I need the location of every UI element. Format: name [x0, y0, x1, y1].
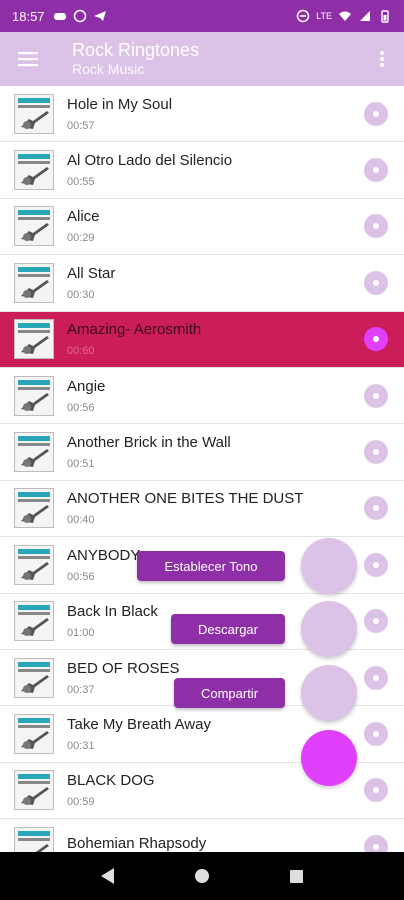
play-button[interactable]	[364, 609, 388, 634]
song-duration: 00:51	[67, 458, 95, 471]
play-button[interactable]	[364, 496, 388, 521]
play-dot-icon	[373, 336, 379, 343]
song-title: Another Brick in the Wall	[67, 434, 231, 452]
whatsapp-icon	[73, 9, 86, 23]
play-dot-icon	[373, 449, 379, 456]
play-button[interactable]	[364, 721, 388, 746]
album-thumbnail	[14, 488, 54, 529]
album-thumbnail	[14, 262, 54, 303]
song-duration: 00:56	[67, 401, 95, 414]
song-row[interactable]: Alice 00:29	[0, 198, 404, 256]
album-thumbnail	[14, 206, 54, 247]
play-dot-icon	[373, 561, 379, 568]
menu-icon	[18, 52, 38, 67]
recents-square-icon[interactable]	[290, 869, 304, 883]
play-dot-icon	[373, 223, 379, 230]
set-tone-button[interactable]: Establecer Tono	[137, 551, 285, 581]
album-thumbnail	[14, 601, 54, 642]
play-dot-icon	[373, 618, 379, 625]
dnd-icon	[296, 9, 310, 23]
song-duration: 00:29	[67, 232, 95, 245]
song-row[interactable]: Angie 00:56	[0, 367, 404, 425]
menu-button[interactable]	[0, 32, 56, 86]
play-button[interactable]	[364, 834, 388, 852]
app-bar: Rock Ringtones Rock Music	[0, 32, 404, 86]
gamepad-icon	[53, 13, 66, 20]
album-thumbnail	[14, 713, 54, 754]
play-dot-icon	[373, 674, 379, 681]
song-row[interactable]: Another Brick in the Wall 00:51	[0, 424, 404, 481]
song-duration: 00:30	[67, 288, 95, 301]
song-title: ANOTHER ONE BITES THE DUST	[67, 490, 304, 508]
main-fab[interactable]	[301, 730, 357, 786]
play-button[interactable]	[364, 778, 388, 803]
app-subtitle: Rock Music	[72, 61, 145, 77]
status-bar: 18:57 LTE	[0, 0, 404, 32]
download-fab[interactable]	[301, 601, 357, 657]
song-row[interactable]: ANOTHER ONE BITES THE DUST 00:40	[0, 480, 404, 538]
play-dot-icon	[373, 167, 379, 174]
play-dot-icon	[373, 787, 379, 794]
song-title: Al Otro Lado del Silencio	[67, 152, 233, 170]
song-title: Amazing- Aerosmith	[67, 321, 202, 339]
play-dot-icon	[373, 110, 379, 117]
telegram-icon	[93, 11, 106, 21]
album-thumbnail	[14, 544, 54, 585]
play-button[interactable]	[364, 270, 388, 295]
play-button[interactable]	[364, 158, 388, 183]
play-button[interactable]	[364, 101, 388, 126]
battery-icon	[381, 10, 389, 23]
share-fab[interactable]	[301, 665, 357, 721]
song-title: Hole in My Soul	[67, 95, 173, 113]
play-dot-icon	[373, 843, 379, 850]
play-dot-icon	[373, 392, 379, 399]
home-circle-icon[interactable]	[194, 869, 209, 883]
album-thumbnail	[14, 319, 54, 360]
play-dot-icon	[373, 730, 379, 737]
play-button[interactable]	[364, 665, 388, 690]
album-thumbnail	[14, 770, 54, 811]
song-duration: 00:59	[67, 796, 95, 809]
play-dot-icon	[373, 279, 379, 286]
song-title: Alice	[67, 208, 100, 226]
song-row[interactable]: Amazing- Aerosmith 00:60	[0, 311, 404, 368]
play-button[interactable]	[364, 552, 388, 577]
more-options-button[interactable]	[360, 32, 404, 86]
song-row[interactable]: Hole in My Soul 00:57	[0, 86, 404, 143]
album-thumbnail	[14, 826, 54, 852]
play-button[interactable]	[364, 440, 388, 465]
wifi-icon	[339, 11, 351, 21]
album-thumbnail	[14, 657, 54, 698]
song-row[interactable]: All Star 00:30	[0, 255, 404, 312]
play-button[interactable]	[364, 214, 388, 239]
song-row[interactable]: Al Otro Lado del Silencio 00:55	[0, 142, 404, 199]
play-dot-icon	[373, 505, 379, 512]
download-button[interactable]: Descargar	[171, 614, 285, 644]
song-duration: 00:57	[67, 119, 95, 132]
system-nav-bar	[0, 852, 404, 900]
song-duration: 00:60	[67, 345, 95, 358]
song-duration: 00:55	[67, 176, 95, 189]
song-title: All Star	[67, 264, 116, 282]
app-title: Rock Ringtones	[72, 40, 200, 60]
album-thumbnail	[14, 150, 54, 191]
album-thumbnail	[14, 375, 54, 416]
album-thumbnail	[14, 432, 54, 473]
song-row[interactable]: Bohemian Rhapsody	[0, 819, 404, 852]
status-time: 18:57	[12, 8, 45, 24]
network-type-label: LTE	[316, 11, 332, 21]
play-button[interactable]	[364, 327, 388, 352]
more-vert-icon	[380, 51, 384, 67]
back-triangle-icon[interactable]	[100, 868, 114, 884]
set-tone-fab[interactable]	[301, 538, 357, 594]
song-title: Angie	[67, 377, 106, 395]
play-button[interactable]	[364, 383, 388, 408]
share-button[interactable]: Compartir	[174, 678, 285, 708]
signal-icon	[360, 11, 370, 21]
song-title: Bohemian Rhapsody	[67, 834, 207, 852]
song-duration: 00:40	[67, 514, 95, 527]
album-thumbnail	[14, 93, 54, 134]
